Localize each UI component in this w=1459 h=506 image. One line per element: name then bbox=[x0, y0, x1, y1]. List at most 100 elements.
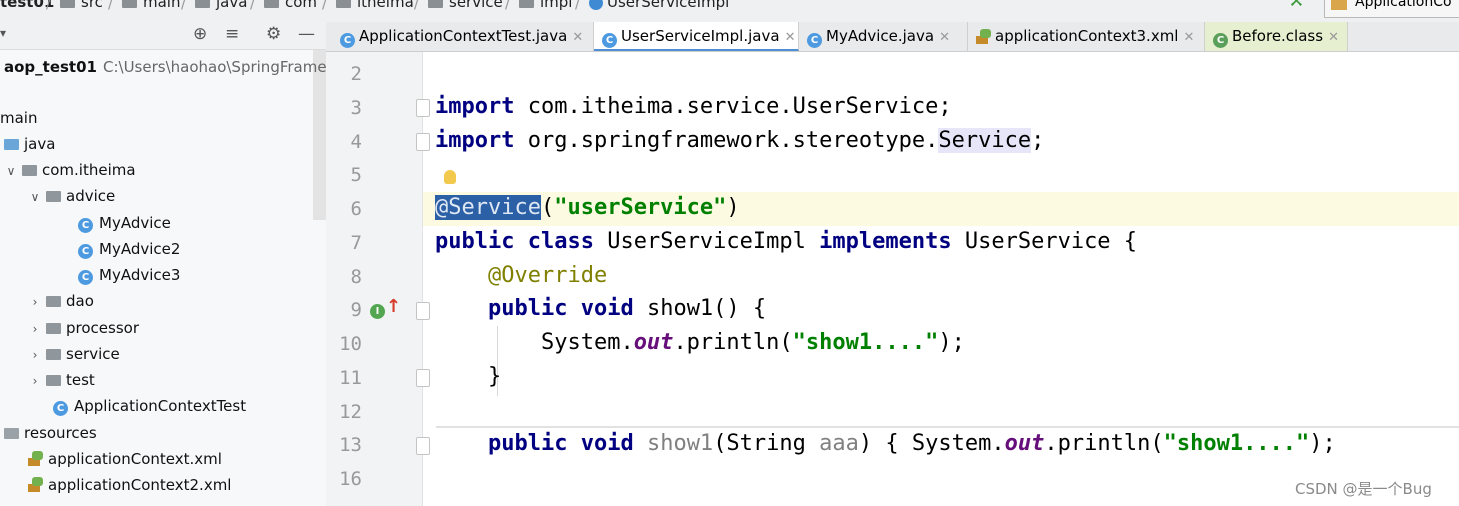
breadcrumb-separator: / bbox=[414, 0, 420, 12]
fold-marker-icon[interactable] bbox=[416, 369, 430, 387]
run-config-icon bbox=[1331, 0, 1347, 10]
breadcrumb-separator: / bbox=[108, 0, 114, 12]
code-line-4: import org.springframework.stereotype.Se… bbox=[435, 128, 1045, 153]
tab-userserviceimpl[interactable]: C UserServiceImpl.java ✕ bbox=[594, 22, 799, 51]
breadcrumb-item[interactable]: java bbox=[195, 0, 247, 11]
tree-item-dao[interactable]: › dao bbox=[28, 292, 94, 316]
class-icon bbox=[589, 0, 603, 10]
collapse-all-icon[interactable]: ≡ bbox=[225, 24, 239, 44]
tree-item-myadvice3[interactable]: C MyAdvice3 bbox=[78, 266, 180, 290]
tab-applicationcontext3-xml[interactable]: applicationContext3.xml ✕ bbox=[968, 22, 1205, 51]
chevron-right-icon[interactable]: › bbox=[28, 348, 42, 362]
breadcrumb-item[interactable]: main bbox=[122, 0, 180, 11]
tree-item-applicationcontext2-xml[interactable]: applicationContext2.xml bbox=[28, 476, 231, 500]
breadcrumb-separator: / bbox=[250, 0, 256, 12]
fold-marker-icon[interactable] bbox=[416, 99, 430, 117]
breadcrumb-separator: / bbox=[181, 0, 187, 12]
class-icon: C bbox=[78, 218, 93, 233]
class-icon: C bbox=[53, 401, 68, 416]
tab-myadvice[interactable]: C MyAdvice.java ✕ bbox=[799, 22, 968, 51]
implements-method-icon[interactable]: I bbox=[370, 304, 385, 319]
tab-applicationcontexttest[interactable]: C ApplicationContextTest.java ✕ bbox=[332, 22, 594, 51]
source-folder-icon bbox=[4, 139, 19, 150]
tree-item-service[interactable]: › service bbox=[28, 345, 120, 369]
close-icon[interactable]: ✕ bbox=[1328, 30, 1339, 45]
code-line-8: @Override bbox=[487, 263, 608, 288]
line-number: 6 bbox=[350, 198, 362, 220]
tree-item-applicationcontexttest[interactable]: C ApplicationContextTest bbox=[53, 397, 246, 421]
tree-item-advice[interactable]: ∨ advice bbox=[28, 187, 116, 211]
line-number: 16 bbox=[339, 468, 362, 490]
compiled-class-icon: C bbox=[1213, 33, 1228, 48]
chevron-right-icon[interactable]: › bbox=[28, 295, 42, 309]
breadcrumb-item[interactable]: service bbox=[428, 0, 503, 11]
tree-item-resources[interactable]: resources bbox=[4, 424, 97, 448]
close-icon[interactable]: ✕ bbox=[785, 30, 796, 45]
line-number: 12 bbox=[339, 401, 362, 423]
code-editor[interactable]: 2 3 4 5 6 7 8 9 10 11 12 13 16 I ↑ impor… bbox=[326, 52, 1459, 506]
close-icon[interactable]: ✕ bbox=[1183, 30, 1194, 45]
package-icon bbox=[46, 323, 61, 334]
fold-marker-icon[interactable] bbox=[416, 133, 430, 151]
close-icon[interactable]: ✕ bbox=[939, 30, 950, 45]
breadcrumb-item[interactable]: impl bbox=[519, 0, 572, 11]
chevron-right-icon[interactable]: › bbox=[28, 322, 42, 336]
breadcrumb-separator: / bbox=[575, 0, 581, 12]
tree-item-myadvice[interactable]: C MyAdvice bbox=[78, 214, 171, 238]
tab-before-class[interactable]: C Before.class ✕ bbox=[1205, 22, 1348, 51]
chevron-down-icon[interactable]: ▾ bbox=[0, 26, 6, 40]
tree-item-main[interactable]: main bbox=[0, 109, 37, 133]
folder-icon bbox=[428, 0, 443, 8]
tree-item-com-itheima[interactable]: ∨ com.itheima bbox=[4, 161, 136, 185]
lightbulb-icon[interactable] bbox=[444, 170, 456, 184]
chevron-down-icon[interactable]: ∨ bbox=[28, 190, 42, 204]
code-line-9: public void show1() { bbox=[487, 296, 767, 321]
spring-xml-icon bbox=[28, 450, 44, 466]
folder-icon bbox=[336, 0, 351, 8]
arrow-up-icon[interactable]: ↑ bbox=[386, 296, 401, 317]
close-icon[interactable]: ✕ bbox=[572, 30, 583, 45]
gear-icon[interactable]: ⚙ bbox=[266, 24, 281, 44]
locate-icon[interactable]: ⊕ bbox=[193, 24, 207, 44]
chevron-right-icon[interactable]: › bbox=[28, 374, 42, 388]
project-toolbar: ▾ ⊕ ≡ ⚙ — bbox=[0, 22, 326, 50]
code-line-6: @Service("userService") bbox=[435, 195, 740, 220]
breadcrumb: test01 / src / main / java / com / ithei… bbox=[0, 0, 1459, 23]
breadcrumb-item[interactable]: UserServiceImpl bbox=[589, 0, 729, 11]
line-number: 13 bbox=[339, 434, 362, 456]
breadcrumb-separator: / bbox=[505, 0, 511, 12]
package-icon bbox=[46, 296, 61, 307]
hide-panel-icon[interactable]: — bbox=[298, 24, 315, 44]
tree-item-processor[interactable]: › processor bbox=[28, 319, 139, 343]
class-icon: C bbox=[807, 33, 822, 48]
line-number: 3 bbox=[350, 97, 362, 119]
code-line-11: } bbox=[487, 364, 502, 389]
line-number: 2 bbox=[350, 63, 362, 85]
folder-icon bbox=[519, 0, 534, 8]
breadcrumb-item[interactable]: src bbox=[60, 0, 103, 11]
tree-item-myadvice2[interactable]: C MyAdvice2 bbox=[78, 240, 180, 264]
editor-tabs: C ApplicationContextTest.java ✕ C UserServi… bbox=[326, 22, 1459, 52]
tree-item-java[interactable]: java bbox=[4, 135, 55, 159]
breadcrumb-separator: / bbox=[322, 0, 328, 12]
breadcrumb-item[interactable]: com bbox=[264, 0, 317, 11]
line-number: 4 bbox=[350, 131, 362, 153]
tree-item-applicationcontext-xml[interactable]: applicationContext.xml bbox=[28, 450, 222, 474]
folded-region-border bbox=[436, 426, 1459, 428]
class-icon: C bbox=[78, 244, 93, 259]
code-line-3: import com.itheima.service.UserService; bbox=[435, 94, 952, 119]
package-icon bbox=[22, 165, 37, 176]
chevron-down-icon[interactable]: ∨ bbox=[4, 164, 18, 178]
tree-item-test[interactable]: › test bbox=[28, 371, 95, 395]
line-number: 9 bbox=[350, 299, 362, 321]
expand-marker-icon[interactable] bbox=[416, 437, 430, 455]
package-icon bbox=[46, 191, 61, 202]
fold-marker-icon[interactable] bbox=[416, 302, 430, 320]
build-hammer-icon[interactable]: ⚒ bbox=[1288, 0, 1304, 11]
line-number: 5 bbox=[350, 164, 362, 186]
tree-root[interactable]: aop_test01 C:\Users\haohao\SpringFramew bbox=[4, 58, 326, 82]
code-line-13: public void show1(String aaa) { System.o… bbox=[487, 431, 1336, 456]
line-number: 8 bbox=[350, 266, 362, 288]
breadcrumb-item[interactable]: itheima bbox=[336, 0, 414, 11]
run-configuration-select[interactable]: ApplicationCo bbox=[1324, 0, 1459, 18]
